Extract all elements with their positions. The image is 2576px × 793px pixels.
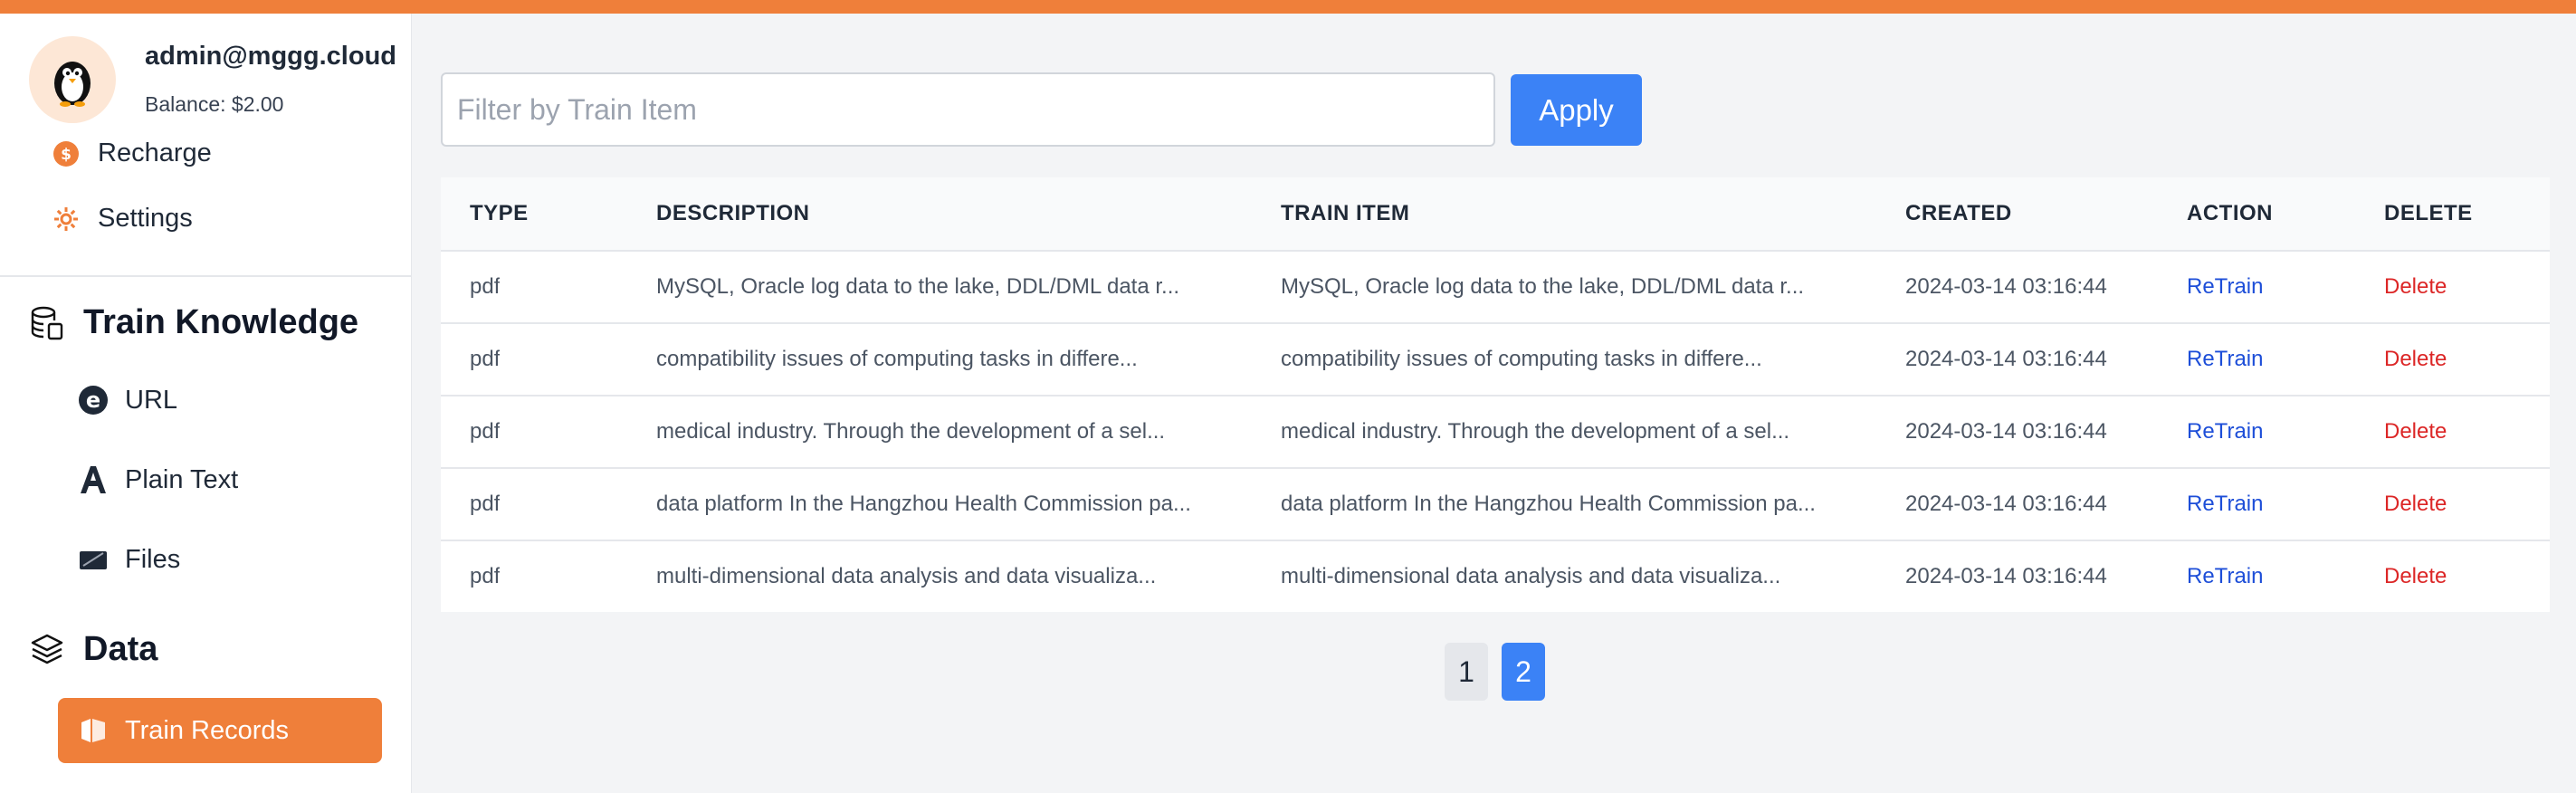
delete-link[interactable]: Delete [2384, 541, 2447, 612]
train-records-label: Train Records [125, 715, 290, 745]
retrain-link[interactable]: ReTrain [2187, 396, 2263, 467]
table-row: pdf MySQL, Oracle log data to the lake, … [441, 250, 2550, 322]
cell-description: medical industry. Through the developmen… [656, 419, 1166, 444]
svg-text:e: e [86, 387, 100, 413]
user-balance: Balance: $2.00 [145, 92, 284, 116]
cell-description: compatibility issues of computing tasks … [656, 347, 1138, 371]
retrain-link[interactable]: ReTrain [2187, 541, 2263, 612]
cell-type: pdf [470, 419, 501, 444]
settings-menu-item[interactable]: Settings [52, 204, 193, 234]
sidebar-item-files[interactable]: Files [78, 544, 180, 575]
pagination-page-1[interactable]: 1 [1445, 643, 1488, 701]
cell-train-item: compatibility issues of computing tasks … [1281, 347, 1762, 371]
sidebar-item-plain-text[interactable]: Plain Text [78, 464, 238, 495]
gear-icon [52, 205, 80, 233]
svg-text:$: $ [61, 146, 72, 164]
cell-train-item: data platform In the Hangzhou Health Com… [1281, 492, 1816, 516]
cell-train-item: medical industry. Through the developmen… [1281, 419, 1790, 444]
sidebar-divider [0, 275, 411, 277]
apply-button[interactable]: Apply [1511, 74, 1642, 146]
cell-description: data platform In the Hangzhou Health Com… [656, 492, 1191, 516]
sidebar: admin@mggg.cloud Balance: $2.00 $ Rechar… [0, 14, 412, 793]
cell-created: 2024-03-14 03:16:44 [1905, 419, 2107, 444]
user-email: admin@mggg.cloud [145, 42, 396, 71]
table-row: pdf data platform In the Hangzhou Health… [441, 467, 2550, 540]
cell-type: pdf [470, 347, 501, 371]
pagination-page-2-current[interactable]: 2 [1502, 643, 1545, 701]
retrain-link[interactable]: ReTrain [2187, 252, 2263, 322]
recharge-label: Recharge [98, 139, 212, 167]
cell-train-item: multi-dimensional data analysis and data… [1281, 564, 1781, 588]
cell-description: MySQL, Oracle log data to the lake, DDL/… [656, 274, 1180, 299]
sidebar-item-url[interactable]: e URL [78, 385, 177, 416]
table-header: TYPE DESCRIPTION TRAIN ITEM CREATED ACTI… [441, 177, 2550, 250]
filter-input[interactable] [441, 72, 1495, 147]
sidebar-item-plain-text-label: Plain Text [125, 464, 239, 494]
table-row: pdf medical industry. Through the develo… [441, 395, 2550, 467]
train-records-table: TYPE DESCRIPTION TRAIN ITEM CREATED ACTI… [441, 177, 2550, 612]
layers-icon [29, 632, 65, 668]
sidebar-item-url-label: URL [125, 385, 178, 415]
records-icon [78, 715, 109, 746]
column-header-delete: DELETE [2384, 201, 2473, 225]
recharge-menu-item[interactable]: $ Recharge [52, 139, 212, 168]
cell-created: 2024-03-14 03:16:44 [1905, 564, 2107, 588]
cell-train-item: MySQL, Oracle log data to the lake, DDL/… [1281, 274, 1805, 299]
dollar-coin-icon: $ [52, 140, 80, 167]
database-icon [29, 305, 65, 341]
column-header-created: CREATED [1905, 201, 2012, 225]
cell-type: pdf [470, 492, 501, 516]
sidebar-item-files-label: Files [125, 544, 181, 574]
files-icon [78, 544, 109, 575]
user-profile: admin@mggg.cloud Balance: $2.00 [29, 36, 409, 136]
column-header-type: TYPE [470, 201, 529, 225]
data-title: Data [83, 630, 158, 668]
settings-label: Settings [98, 204, 193, 233]
table-row: pdf multi-dimensional data analysis and … [441, 540, 2550, 612]
cell-type: pdf [470, 564, 501, 588]
delete-link[interactable]: Delete [2384, 469, 2447, 540]
top-accent-bar [0, 0, 2576, 14]
data-heading: Data [29, 630, 157, 669]
e-browser-icon: e [78, 385, 109, 416]
penguin-avatar [29, 36, 116, 123]
sidebar-item-train-records[interactable]: Train Records [58, 698, 382, 763]
column-header-action: ACTION [2187, 201, 2273, 225]
cell-created: 2024-03-14 03:16:44 [1905, 347, 2107, 371]
penguin-icon [54, 62, 91, 107]
cell-type: pdf [470, 274, 501, 299]
retrain-link[interactable]: ReTrain [2187, 469, 2263, 540]
cell-description: multi-dimensional data analysis and data… [656, 564, 1157, 588]
letter-a-icon [78, 464, 109, 495]
train-knowledge-heading: Train Knowledge [29, 303, 358, 342]
delete-link[interactable]: Delete [2384, 396, 2447, 467]
cell-created: 2024-03-14 03:16:44 [1905, 492, 2107, 516]
train-knowledge-title: Train Knowledge [83, 303, 359, 341]
retrain-link[interactable]: ReTrain [2187, 324, 2263, 395]
cell-created: 2024-03-14 03:16:44 [1905, 274, 2107, 299]
table-row: pdf compatibility issues of computing ta… [441, 322, 2550, 395]
column-header-train-item: TRAIN ITEM [1281, 201, 1410, 225]
delete-link[interactable]: Delete [2384, 252, 2447, 322]
column-header-description: DESCRIPTION [656, 201, 810, 225]
delete-link[interactable]: Delete [2384, 324, 2447, 395]
